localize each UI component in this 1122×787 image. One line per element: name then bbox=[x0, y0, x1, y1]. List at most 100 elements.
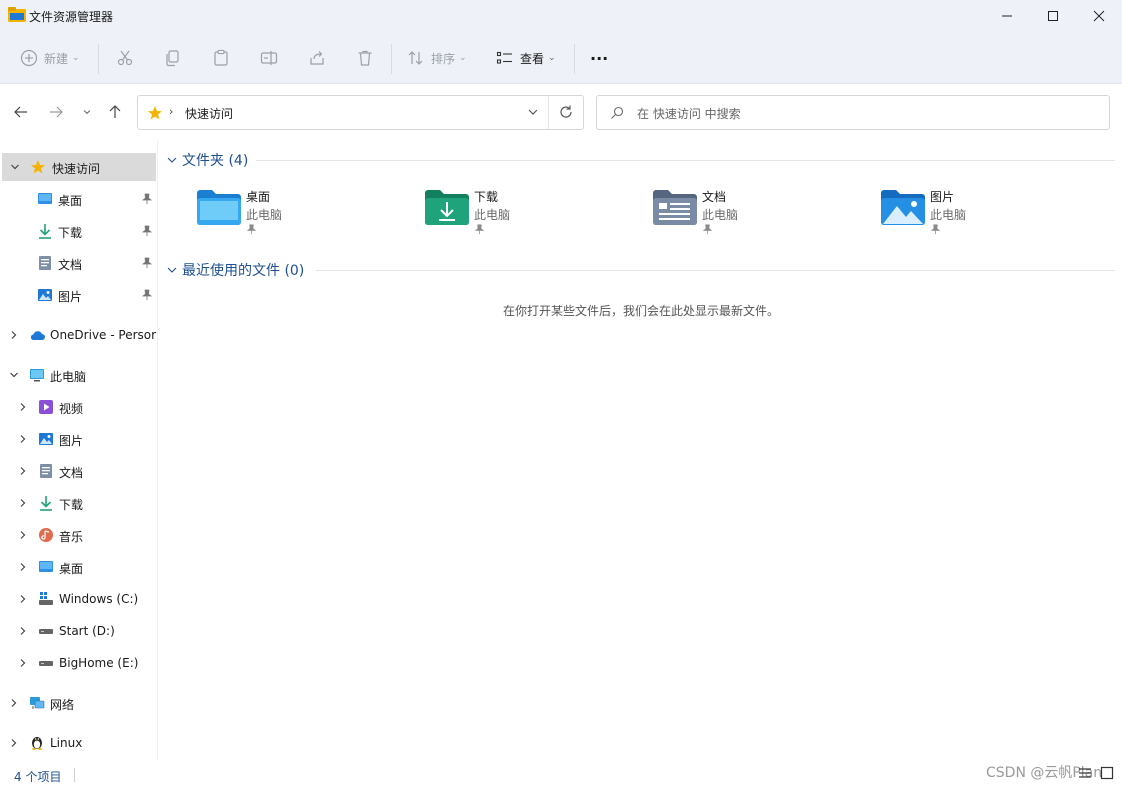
folder-tile-documents[interactable]: 文档 此电脑 bbox=[652, 184, 852, 240]
downloads-folder-icon bbox=[425, 190, 469, 225]
windows-drive-icon bbox=[39, 592, 53, 605]
rename-button[interactable] bbox=[260, 44, 278, 72]
recent-files-empty-message: 在你打开某些文件后，我们会在此处显示最新文件。 bbox=[502, 304, 779, 318]
address-bar[interactable]: › 快速访问 bbox=[137, 95, 584, 130]
folder-location: 此电脑 bbox=[930, 208, 967, 222]
copy-button[interactable] bbox=[164, 44, 182, 72]
sidebar-item-label: 快速访问 bbox=[52, 162, 101, 176]
chevron-right-icon[interactable] bbox=[18, 530, 28, 540]
sidebar-item-drive-e[interactable]: BigHome (E:) bbox=[0, 649, 157, 677]
drive-icon bbox=[39, 661, 53, 666]
chevron-right-icon[interactable] bbox=[9, 738, 19, 748]
toolbar-divider bbox=[391, 44, 392, 74]
sidebar-item-label: 网络 bbox=[50, 698, 75, 712]
sidebar-item-downloads[interactable]: 下载 bbox=[0, 217, 157, 245]
sidebar-item-onedrive[interactable]: OneDrive - Persor bbox=[0, 321, 157, 349]
pin-icon bbox=[702, 224, 713, 235]
close-icon bbox=[1093, 10, 1105, 22]
new-button[interactable]: 新建 ⌄ bbox=[20, 44, 80, 72]
group-title: 文件夹 (4) bbox=[182, 153, 249, 169]
chevron-down-icon bbox=[83, 110, 91, 115]
chevron-down-icon[interactable] bbox=[166, 264, 178, 276]
delete-button[interactable] bbox=[356, 44, 374, 72]
sidebar-item-this-pc[interactable]: 此电脑 bbox=[0, 361, 157, 389]
pin-icon bbox=[141, 257, 153, 268]
folder-tile-downloads[interactable]: 下载 此电脑 bbox=[424, 184, 624, 240]
content-pane: 文件夹 (4) 桌面 此电脑 下载 此电脑 文档 此电脑 图片 此电脑 最近使用… bbox=[160, 140, 1122, 760]
search-box[interactable]: 在 快速访问 中搜索 bbox=[596, 95, 1110, 130]
sidebar-item-quick-access[interactable]: 快速访问 bbox=[2, 153, 156, 181]
group-header-recent[interactable]: 最近使用的文件 (0) bbox=[166, 260, 304, 280]
download-icon bbox=[40, 496, 52, 511]
view-list-icon bbox=[496, 51, 512, 64]
details-view-icon[interactable] bbox=[1078, 766, 1092, 780]
copy-icon bbox=[166, 50, 179, 67]
sidebar-item-drive-d[interactable]: Start (D:) bbox=[0, 617, 157, 645]
breadcrumb-quick-access[interactable]: 快速访问 bbox=[185, 105, 233, 122]
chevron-right-icon[interactable] bbox=[18, 466, 28, 476]
pictures-icon bbox=[39, 433, 53, 445]
sidebar-item-desktop[interactable]: 桌面 bbox=[0, 185, 157, 213]
sidebar-item-label: 图片 bbox=[59, 434, 84, 448]
pin-icon bbox=[474, 224, 485, 235]
sidebar-item-linux[interactable]: Linux bbox=[0, 729, 157, 757]
chevron-down-icon[interactable] bbox=[9, 370, 19, 380]
minimize-button[interactable] bbox=[984, 0, 1030, 32]
sidebar-item-label: Start (D:) bbox=[59, 624, 115, 638]
more-options-button[interactable]: ··· bbox=[590, 44, 608, 72]
breadcrumb-chevron-icon: › bbox=[169, 105, 174, 118]
sidebar-item-pc-documents[interactable]: 文档 bbox=[0, 457, 157, 485]
address-row: › 快速访问 在 快速访问 中搜索 bbox=[0, 84, 1122, 140]
sidebar-item-pictures[interactable]: 图片 bbox=[0, 281, 157, 309]
cut-button[interactable] bbox=[116, 44, 134, 72]
scissors-icon bbox=[117, 50, 133, 66]
group-header-folders[interactable]: 文件夹 (4) bbox=[166, 150, 248, 170]
sidebar-item-pc-pictures[interactable]: 图片 bbox=[0, 425, 157, 453]
chevron-right-icon[interactable] bbox=[18, 562, 28, 572]
chevron-right-icon[interactable] bbox=[9, 330, 19, 340]
maximize-button[interactable] bbox=[1030, 0, 1076, 32]
file-explorer-icon bbox=[8, 7, 26, 22]
share-button[interactable] bbox=[308, 44, 326, 72]
sidebar-item-music[interactable]: 音乐 bbox=[0, 521, 157, 549]
chevron-right-icon[interactable] bbox=[18, 402, 28, 412]
chevron-right-icon[interactable] bbox=[18, 594, 28, 604]
chevron-down-icon[interactable] bbox=[526, 105, 540, 119]
command-bar: 新建 ⌄ 排序 ⌄ 查看 ⌄ ··· bbox=[0, 32, 1122, 84]
linux-penguin-icon bbox=[32, 737, 42, 750]
chevron-down-icon[interactable] bbox=[10, 162, 20, 172]
sidebar-item-network[interactable]: 网络 bbox=[0, 689, 157, 717]
paste-button[interactable] bbox=[212, 44, 230, 72]
chevron-right-icon[interactable] bbox=[18, 498, 28, 508]
chevron-right-icon[interactable] bbox=[18, 626, 28, 636]
forward-button[interactable] bbox=[46, 102, 66, 122]
sidebar-item-drive-c[interactable]: Windows (C:) bbox=[0, 585, 157, 613]
refresh-icon[interactable] bbox=[558, 104, 574, 120]
pin-icon bbox=[141, 225, 153, 236]
desktop-folder-icon bbox=[197, 190, 241, 225]
sidebar-item-documents[interactable]: 文档 bbox=[0, 249, 157, 277]
folder-tile-pictures[interactable]: 图片 此电脑 bbox=[880, 184, 1080, 240]
sidebar-item-label: 图片 bbox=[58, 290, 83, 304]
back-button[interactable] bbox=[11, 102, 31, 122]
sidebar-item-videos[interactable]: 视频 bbox=[0, 393, 157, 421]
up-button[interactable] bbox=[105, 102, 125, 122]
folder-location: 此电脑 bbox=[702, 208, 739, 222]
chevron-down-icon: ⌄ bbox=[459, 53, 467, 63]
trash-icon bbox=[358, 50, 372, 66]
close-button[interactable] bbox=[1076, 0, 1122, 32]
large-icons-view-icon[interactable] bbox=[1100, 766, 1114, 780]
title-bar: 文件资源管理器 bbox=[0, 0, 1122, 32]
sidebar-item-label: 桌面 bbox=[58, 194, 83, 208]
chevron-down-icon[interactable] bbox=[166, 154, 178, 166]
view-button[interactable]: 查看 ⌄ bbox=[496, 44, 556, 72]
star-icon bbox=[148, 106, 162, 120]
recent-locations-button[interactable] bbox=[77, 102, 97, 122]
sidebar-item-pc-desktop[interactable]: 桌面 bbox=[0, 553, 157, 581]
chevron-right-icon[interactable] bbox=[18, 434, 28, 444]
folder-tile-desktop[interactable]: 桌面 此电脑 bbox=[196, 184, 396, 240]
chevron-right-icon[interactable] bbox=[9, 698, 19, 708]
chevron-right-icon[interactable] bbox=[18, 658, 28, 668]
sort-button[interactable]: 排序 ⌄ bbox=[407, 44, 467, 72]
sidebar-item-pc-downloads[interactable]: 下载 bbox=[0, 489, 157, 517]
